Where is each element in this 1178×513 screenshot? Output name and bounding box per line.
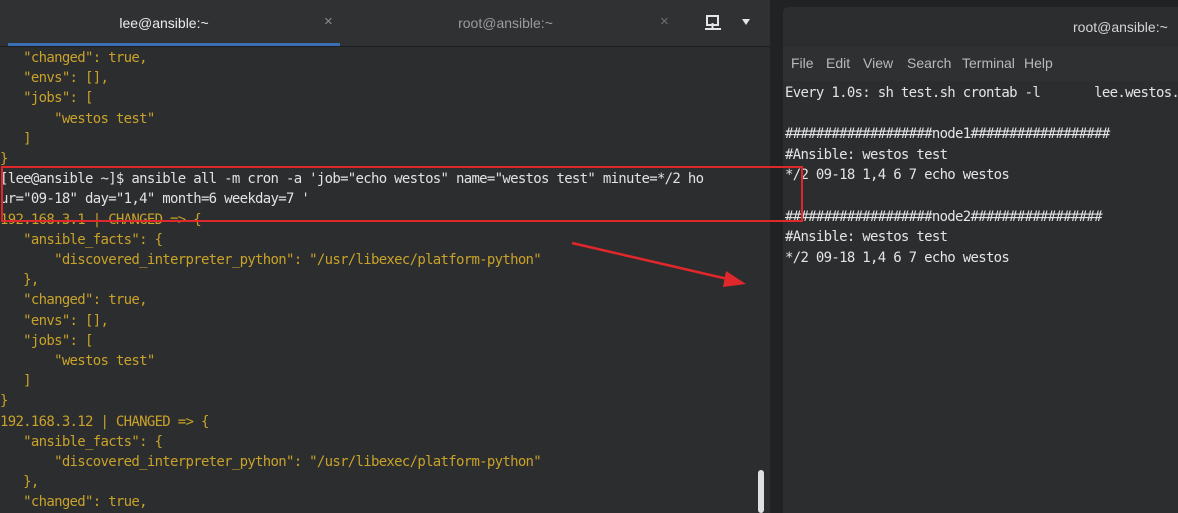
watch-line: ###################node1################… [785, 126, 1110, 143]
window-title: root@ansible:~ [1073, 19, 1168, 35]
tab-lee-ansible[interactable]: lee@ansible:~ × [8, 0, 340, 46]
menu-edit[interactable]: Edit [826, 55, 850, 71]
chevron-down-icon [742, 19, 750, 25]
new-tab-icon [705, 15, 721, 30]
menu-help[interactable]: Help [1024, 55, 1053, 71]
desktop-screen: lee@ansible:~ × root@ansible:~ × "change… [0, 0, 1178, 513]
tab-bar: lee@ansible:~ × root@ansible:~ × [0, 0, 770, 47]
highlight-box [1, 166, 803, 222]
annotation-arrow-icon [571, 241, 746, 287]
terminal-line: "jobs": [ [0, 90, 93, 107]
terminal-line: "envs": [], [0, 70, 109, 87]
menu-view[interactable]: View [863, 55, 893, 71]
watch-line: */2 09-18 1,4 6 7 echo westos [785, 167, 1010, 184]
watch-line: Every 1.0s: sh test.sh crontab -l lee.we… [785, 85, 1178, 101]
menu-bar: File Edit View Search Terminal Help [783, 51, 1178, 81]
terminal-line: }, [0, 272, 39, 289]
watch-output[interactable]: Every 1.0s: sh test.sh crontab -l lee.we… [783, 81, 1178, 513]
watch-line: ###################node2################… [785, 208, 1103, 225]
scrollbar-thumb[interactable] [758, 470, 764, 513]
watch-line: */2 09-18 1,4 6 7 echo westos [785, 249, 1010, 266]
terminal-line: "westos test" [0, 353, 155, 369]
menu-search[interactable]: Search [907, 55, 951, 71]
terminal-line: "changed": true, [0, 292, 147, 309]
watch-line: #Ansible: westos test [785, 146, 948, 163]
terminal-line: ] [0, 130, 31, 147]
terminal-line: 192.168.3.12 | CHANGED => { [0, 413, 209, 430]
right-terminal-window: root@ansible:~ File Edit View Search Ter… [783, 7, 1178, 513]
terminal-line: "westos test" [0, 110, 155, 127]
active-tab-indicator [8, 43, 340, 46]
terminal-line: ] [0, 373, 31, 390]
tab-label: root@ansible:~ [458, 15, 553, 31]
menu-terminal[interactable]: Terminal [962, 55, 1015, 71]
window-titlebar[interactable]: root@ansible:~ [783, 7, 1178, 47]
tab-label: lee@ansible:~ [119, 15, 209, 31]
terminal-line: "discovered_interpreter_python": "/usr/l… [0, 454, 542, 470]
menu-file[interactable]: File [791, 55, 814, 71]
close-icon[interactable]: × [324, 13, 333, 30]
terminal-line: "jobs": [ [0, 332, 93, 349]
terminal-line: "ansible_facts": { [0, 231, 163, 248]
tab-root-ansible[interactable]: root@ansible:~ × [345, 0, 690, 46]
terminal-line: "ansible_facts": { [0, 433, 163, 450]
tab-menu-button[interactable] [740, 16, 754, 30]
terminal-line: "discovered_interpreter_python": "/usr/l… [0, 252, 542, 268]
terminal-line: "changed": true, [0, 494, 147, 511]
terminal-line: } [0, 393, 8, 410]
terminal-line: }, [0, 474, 39, 491]
close-icon[interactable]: × [660, 13, 669, 30]
new-tab-button[interactable] [704, 14, 722, 32]
terminal-line: "changed": true, [0, 50, 147, 66]
watch-line: #Ansible: westos test [785, 229, 948, 246]
terminal-line: "envs": [], [0, 312, 109, 329]
